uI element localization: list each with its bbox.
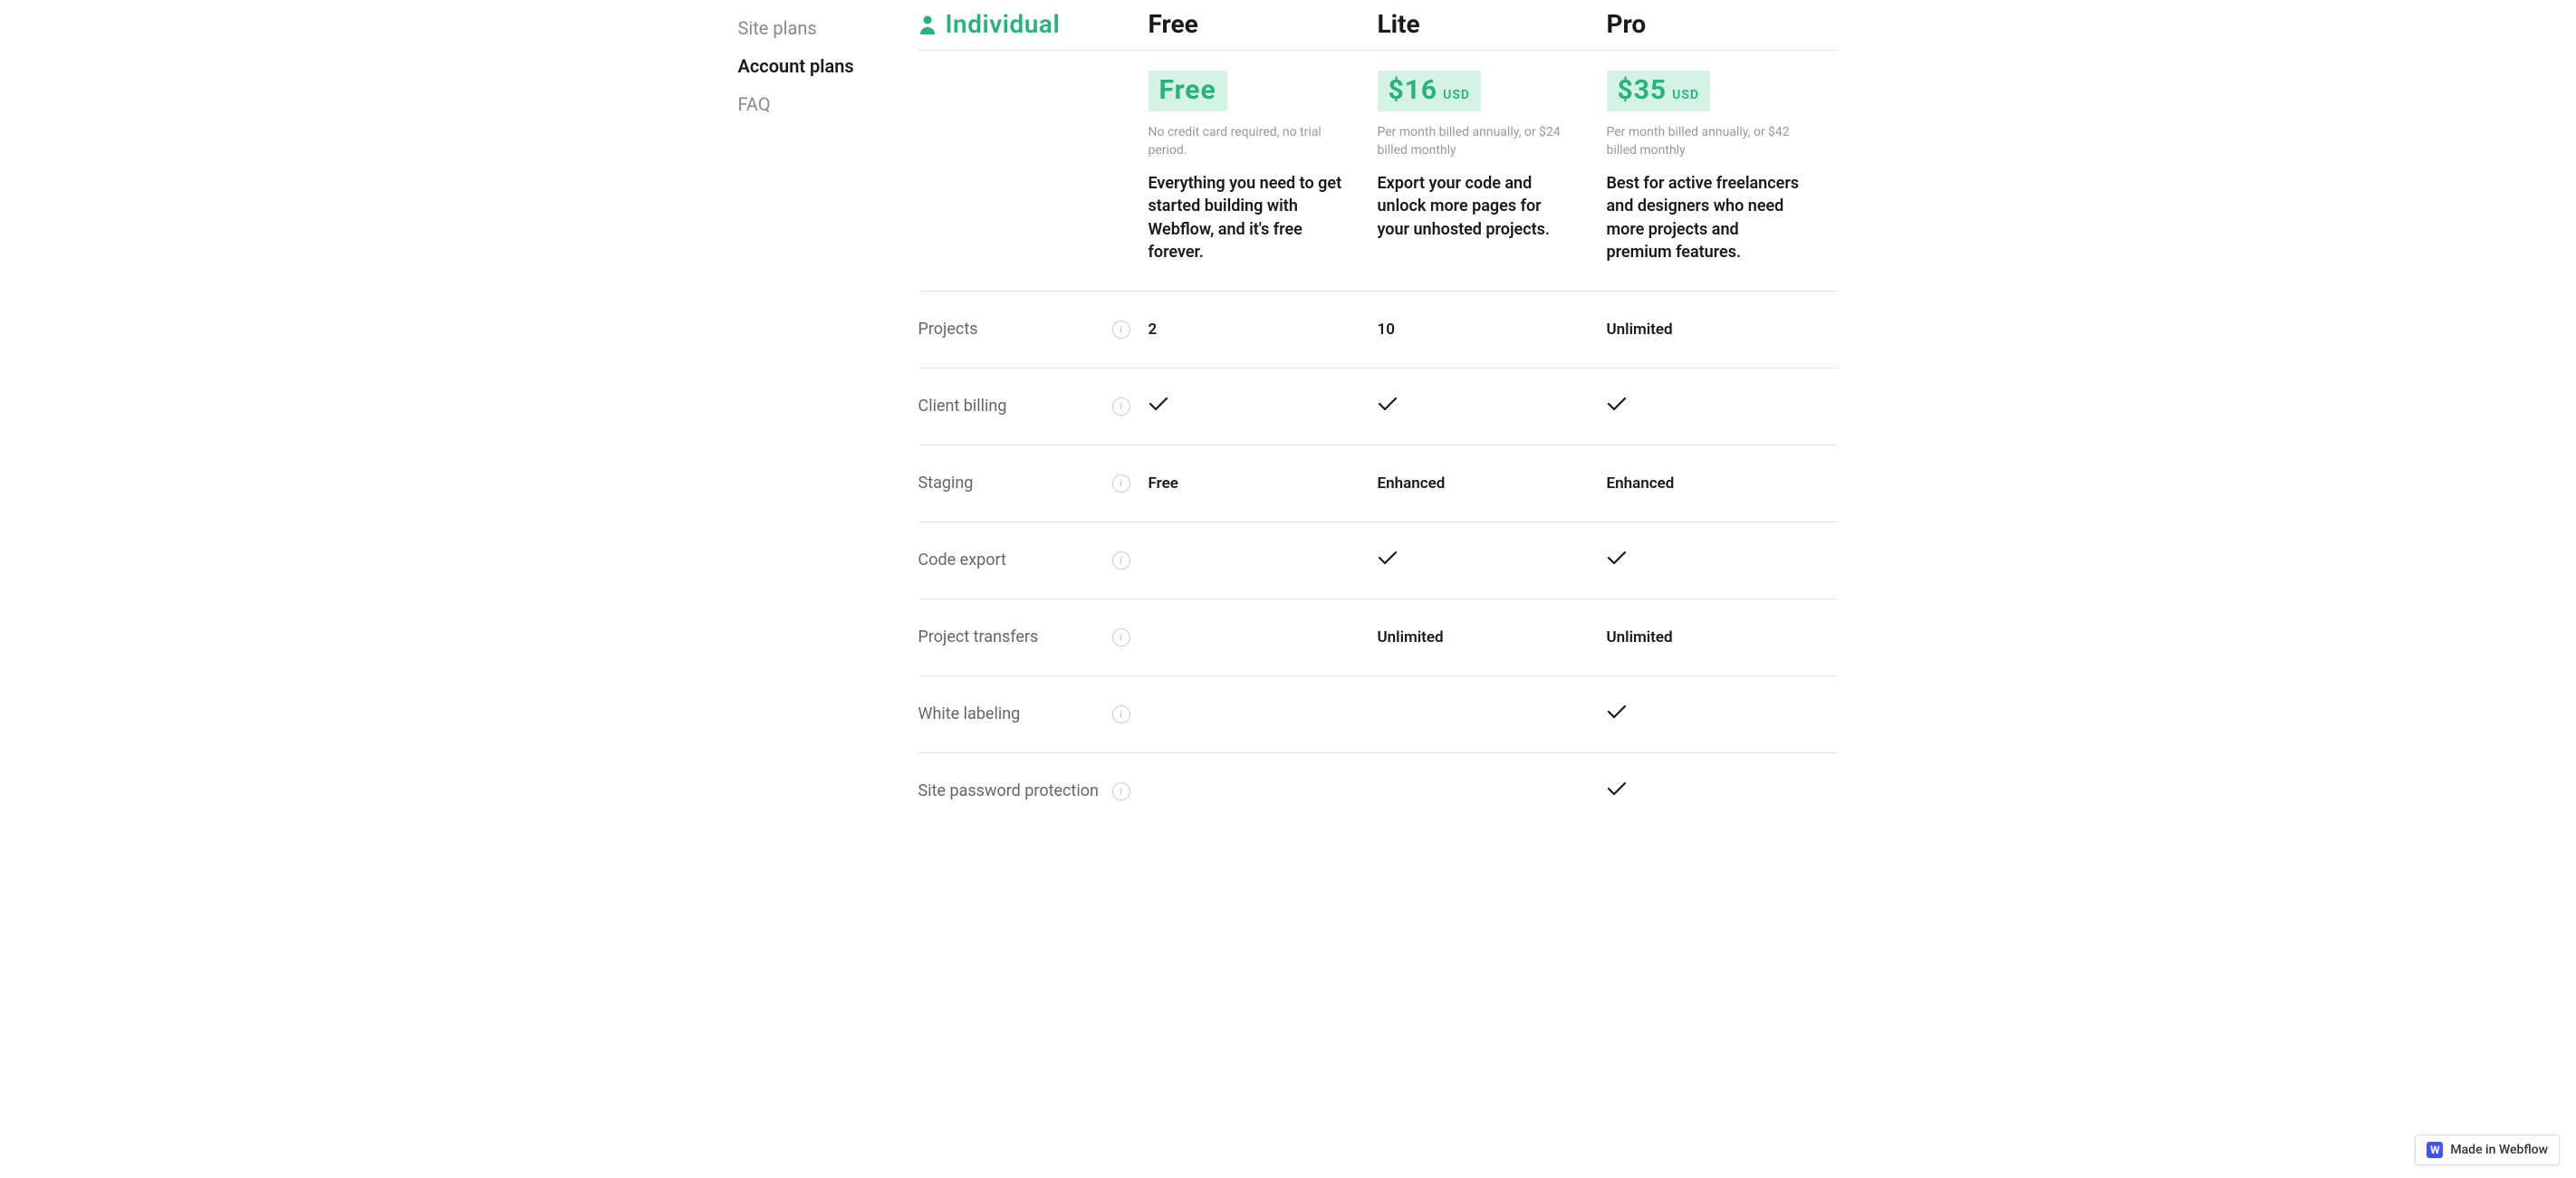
feature-row: Client billing i <box>918 368 1838 445</box>
cell-free: Free <box>1149 474 1378 493</box>
cell-lite <box>1378 397 1607 416</box>
nav-site-plans[interactable]: Site plans <box>738 14 901 42</box>
feature-name-cell: Staging i <box>918 474 1149 493</box>
feature-name: Site password protection <box>918 781 1099 800</box>
plan-header-lite: Lite <box>1378 9 1607 39</box>
info-icon[interactable]: i <box>1112 474 1130 493</box>
price-usd-lite: USD <box>1443 88 1470 102</box>
price-lite: $16 <box>1389 74 1438 106</box>
price-pro: $35 <box>1618 74 1668 106</box>
check-icon <box>1607 551 1627 565</box>
cell-pro <box>1607 551 1836 570</box>
webflow-logo-icon: W <box>2427 1142 2443 1158</box>
plan-intro-pro: $35 USD Per month billed annually, or $4… <box>1607 54 1836 263</box>
cell-lite: 10 <box>1378 321 1607 339</box>
cell-pro: Enhanced <box>1607 474 1836 493</box>
price-note-lite: Per month billed annually, or $24 billed… <box>1378 124 1568 159</box>
feature-name-cell: Project transfers i <box>918 627 1149 646</box>
check-icon <box>1149 397 1168 411</box>
individual-heading: Individual <box>918 9 1149 39</box>
feature-name: White labeling <box>918 704 1021 723</box>
plan-desc-free: Everything you need to get started build… <box>1149 172 1348 263</box>
check-icon <box>1378 551 1398 565</box>
badge-label: Made in Webflow <box>2450 1143 2548 1157</box>
cell-pro <box>1607 397 1836 416</box>
feature-name-cell: Site password protection i <box>918 781 1149 800</box>
plan-header-free: Free <box>1149 9 1378 39</box>
feature-name-cell: White labeling i <box>918 704 1149 723</box>
price-free: Free <box>1159 74 1216 106</box>
feature-name: Client billing <box>918 397 1007 416</box>
feature-row: Staging i Free Enhanced Enhanced <box>918 445 1838 522</box>
price-usd-pro: USD <box>1672 88 1699 102</box>
info-icon[interactable]: i <box>1112 782 1130 800</box>
plan-intro-lite: $16 USD Per month billed annually, or $2… <box>1378 54 1607 263</box>
cell-lite: Enhanced <box>1378 474 1607 493</box>
cell-lite: Unlimited <box>1378 628 1607 646</box>
cell-value: Enhanced <box>1607 474 1675 493</box>
feature-row: Project transfers i Unlimited Unlimited <box>918 599 1838 675</box>
feature-name-cell: Client billing i <box>918 397 1149 416</box>
check-icon <box>1378 397 1398 411</box>
plan-desc-pro: Best for active freelancers and designer… <box>1607 172 1806 263</box>
feature-row: Projects i 2 10 Unlimited <box>918 291 1838 368</box>
info-icon[interactable]: i <box>1112 551 1130 570</box>
pricing-intro-row: Free No credit card required, no trial p… <box>918 51 1838 291</box>
feature-row: Code export i <box>918 522 1838 599</box>
cell-pro: Unlimited <box>1607 628 1836 646</box>
nav-faq[interactable]: FAQ <box>738 91 901 118</box>
table-header-row: Individual Free Lite Pro <box>918 9 1838 51</box>
made-in-webflow-badge[interactable]: W Made in Webflow <box>2415 1135 2560 1165</box>
feature-row: Site password protection i <box>918 752 1838 829</box>
cell-value: 10 <box>1378 321 1395 339</box>
nav-account-plans[interactable]: Account plans <box>738 53 901 80</box>
check-icon <box>1607 397 1627 411</box>
sidebar-nav: Site plans Account plans FAQ <box>738 14 901 129</box>
cell-value: Free <box>1149 474 1178 493</box>
cell-lite <box>1378 551 1607 570</box>
cell-pro: Unlimited <box>1607 321 1836 339</box>
cell-pro <box>1607 704 1836 723</box>
cell-value: Unlimited <box>1378 628 1444 646</box>
cell-free: 2 <box>1149 321 1378 339</box>
individual-label: Individual <box>946 9 1061 39</box>
person-icon <box>918 14 937 34</box>
info-icon[interactable]: i <box>1112 321 1130 339</box>
price-badge-pro: $35 USD <box>1607 71 1711 111</box>
info-icon[interactable]: i <box>1112 397 1130 416</box>
check-icon <box>1607 781 1627 796</box>
cell-pro <box>1607 781 1836 800</box>
feature-name: Staging <box>918 474 974 493</box>
feature-name: Code export <box>918 551 1006 570</box>
plan-intro-free: Free No credit card required, no trial p… <box>1149 54 1378 263</box>
pricing-table: Individual Free Lite Pro Free No credit … <box>918 9 1838 829</box>
cell-value: Unlimited <box>1607 321 1673 339</box>
price-note-pro: Per month billed annually, or $42 billed… <box>1607 124 1797 159</box>
info-icon[interactable]: i <box>1112 628 1130 646</box>
plan-desc-lite: Export your code and unlock more pages f… <box>1378 172 1577 241</box>
price-badge-free: Free <box>1149 71 1227 111</box>
cell-value: Enhanced <box>1378 474 1446 493</box>
feature-name: Project transfers <box>918 627 1039 646</box>
cell-free <box>1149 397 1378 416</box>
feature-name-cell: Code export i <box>918 551 1149 570</box>
price-note-free: No credit card required, no trial period… <box>1149 124 1339 159</box>
plan-header-pro: Pro <box>1607 9 1836 39</box>
feature-row: White labeling i <box>918 675 1838 752</box>
info-icon[interactable]: i <box>1112 705 1130 723</box>
cell-value: Unlimited <box>1607 628 1673 646</box>
feature-name-cell: Projects i <box>918 320 1149 339</box>
check-icon <box>1607 704 1627 719</box>
price-badge-lite: $16 USD <box>1378 71 1482 111</box>
feature-name: Projects <box>918 320 978 339</box>
cell-value: 2 <box>1149 321 1158 339</box>
